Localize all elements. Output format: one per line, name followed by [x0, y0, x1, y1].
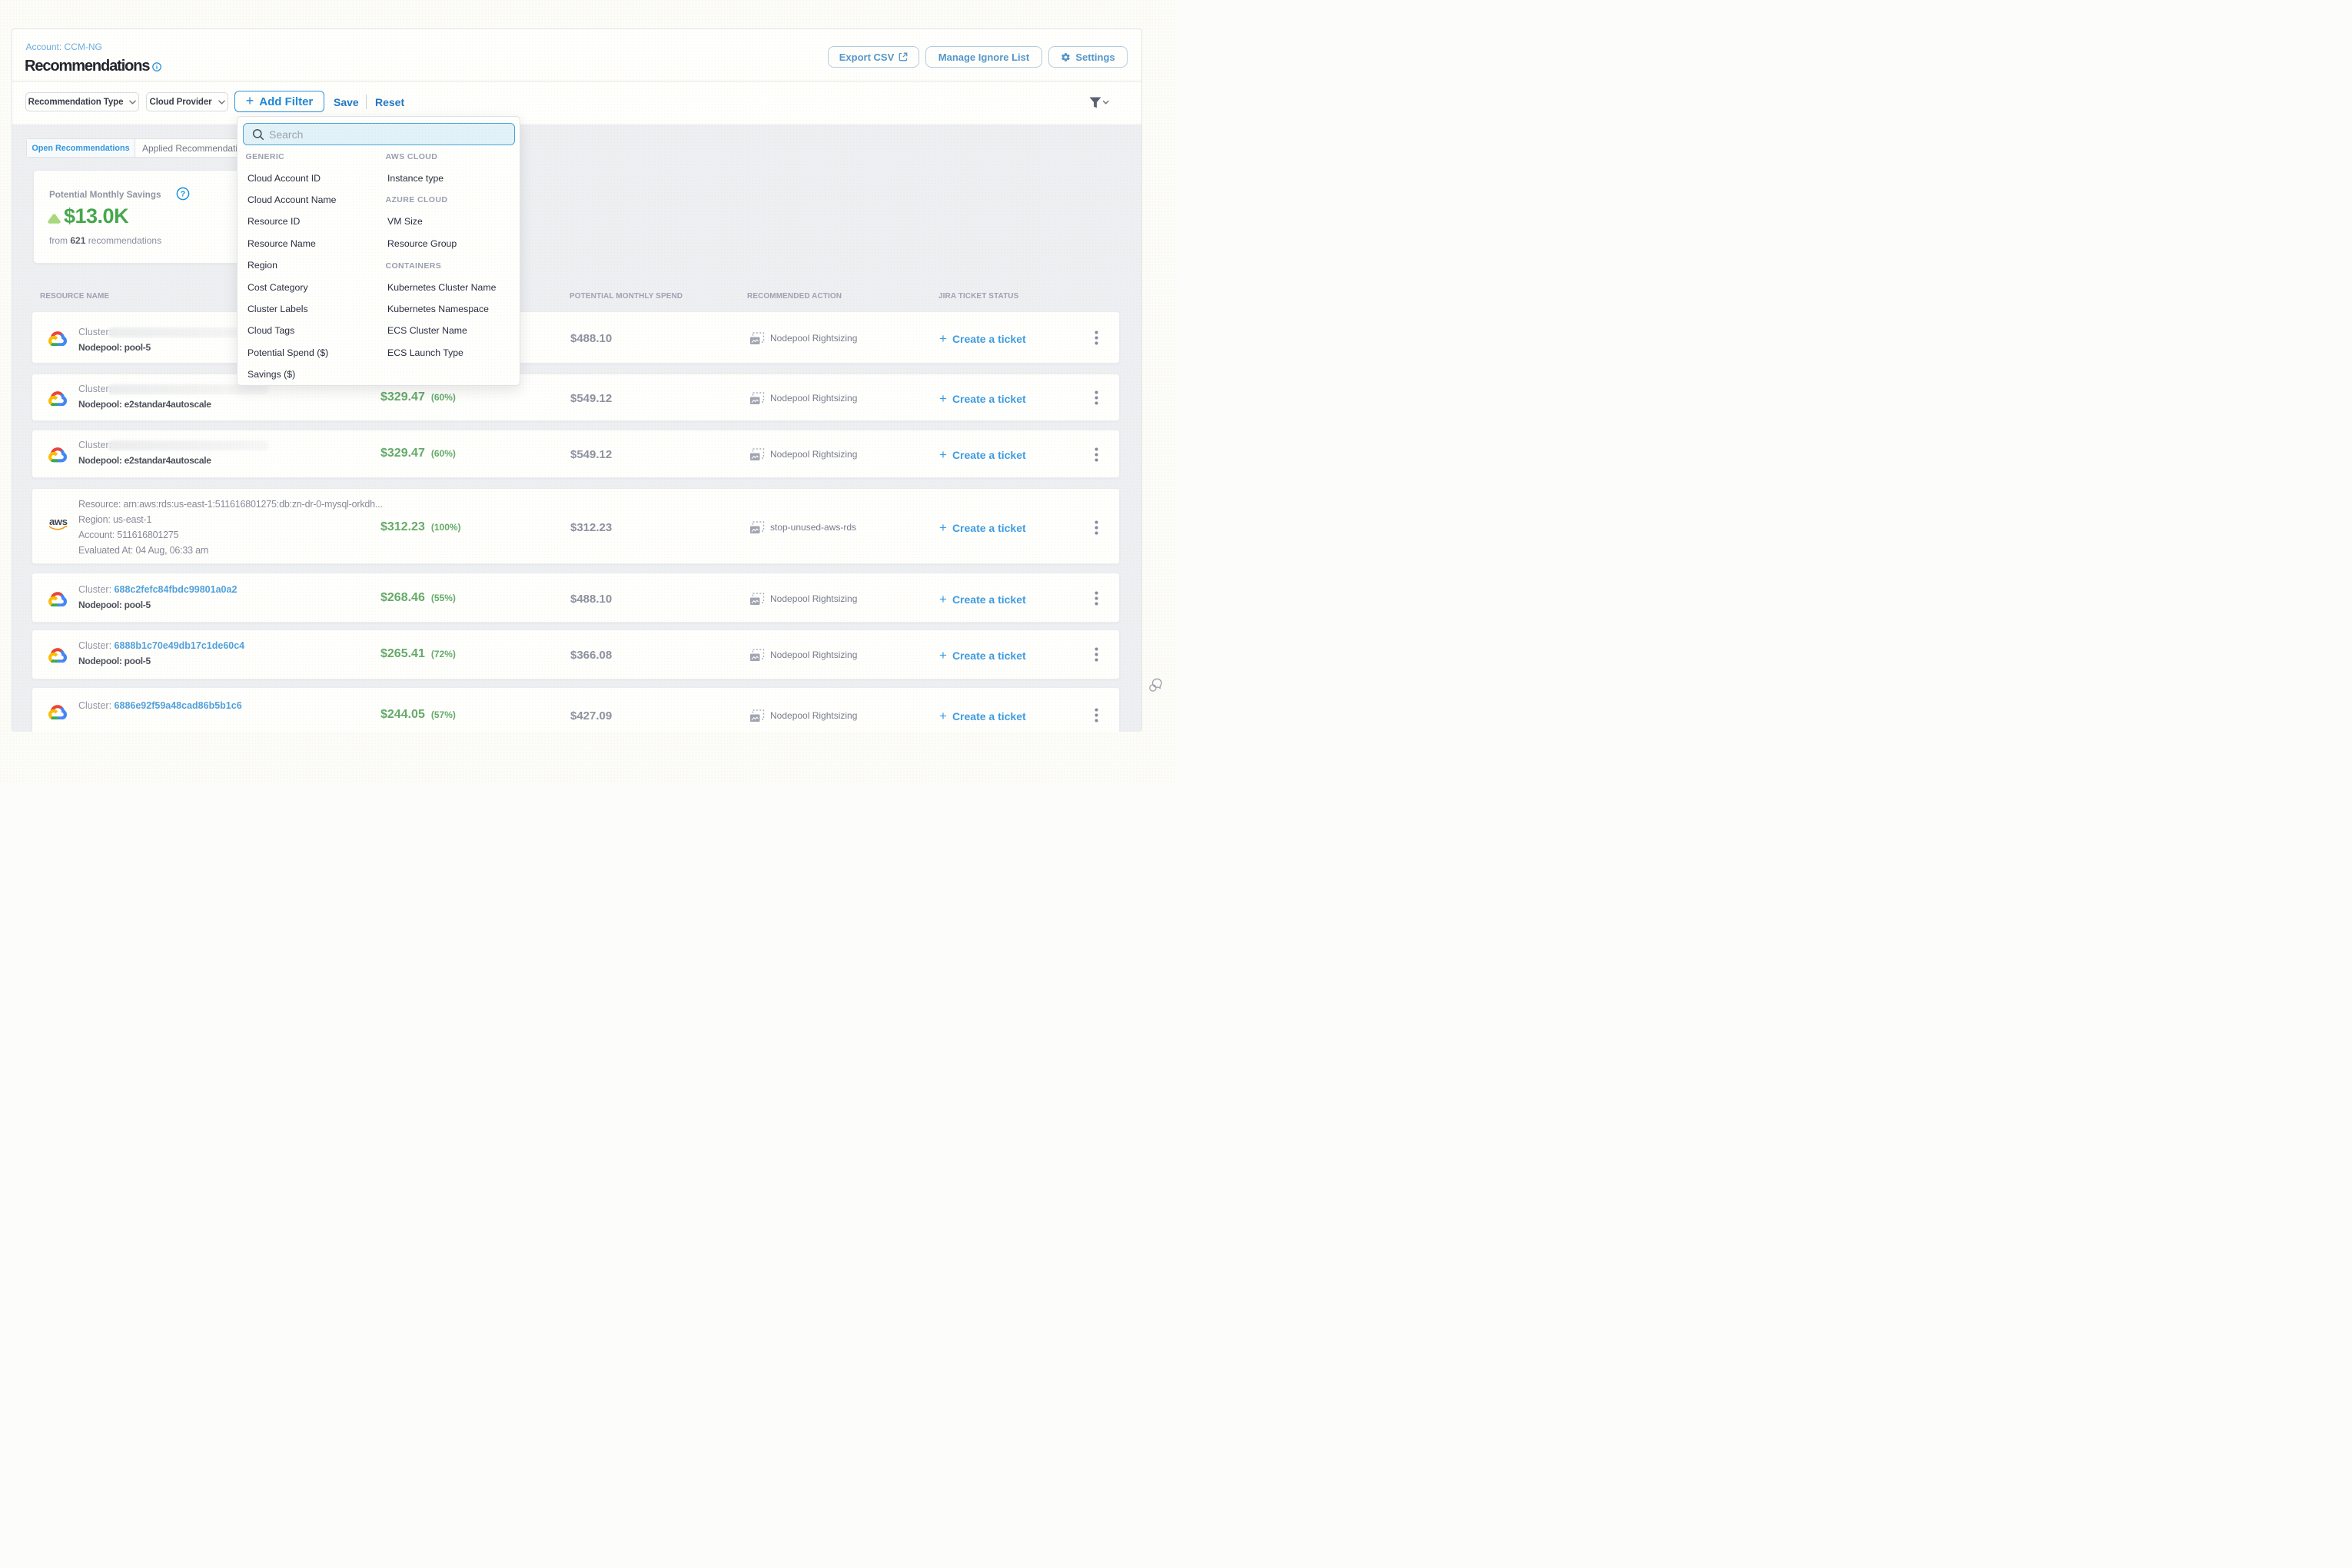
svg-text:?: ?	[181, 190, 185, 199]
